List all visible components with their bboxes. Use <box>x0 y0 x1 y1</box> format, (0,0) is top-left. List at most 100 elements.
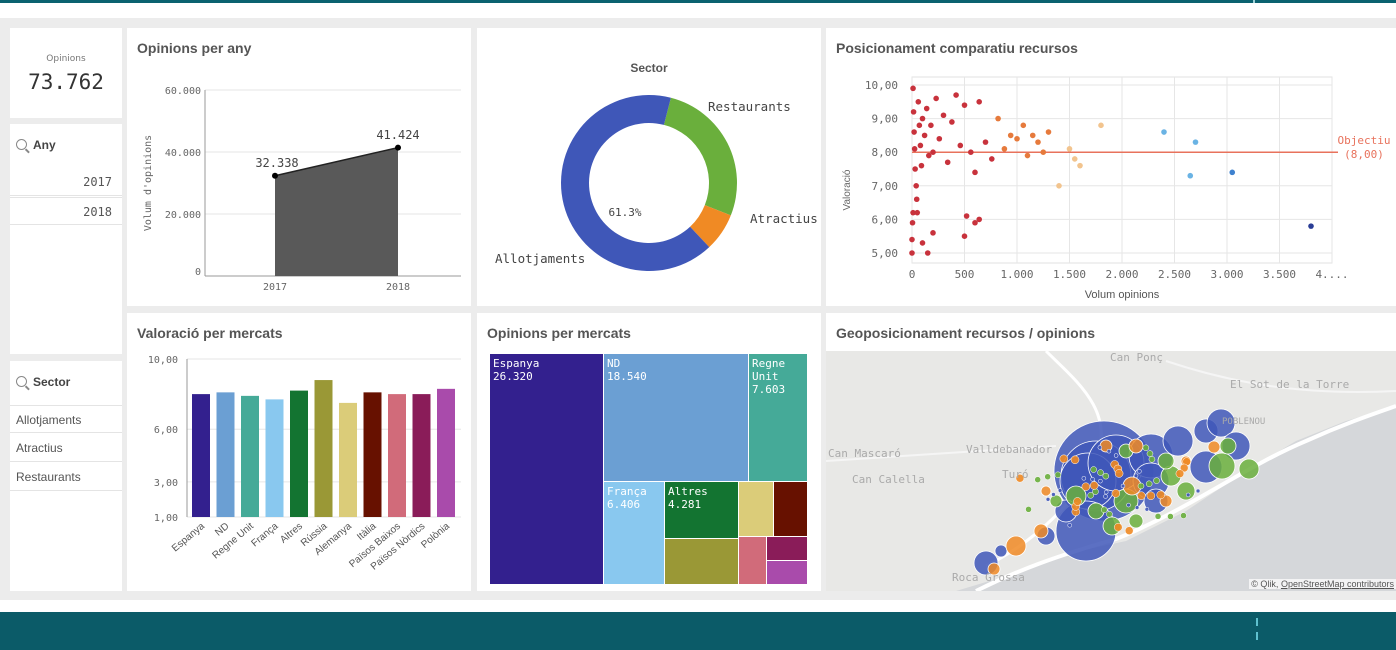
map-bubble <box>1156 490 1165 500</box>
opinions-mercats-card[interactable]: Opinions per mercats Espanya 26.320 ND 1… <box>477 313 821 591</box>
y-tick-label: 7,00 <box>872 180 899 193</box>
map-bubble <box>1137 469 1142 474</box>
data-label: 41.424 <box>376 128 419 142</box>
filter-sector-item-allotjaments[interactable]: Allotjaments <box>10 405 122 433</box>
map-bubble <box>1034 476 1041 483</box>
sector-card[interactable]: Sector 61.3% Restaurants Atractius Allot… <box>477 28 821 306</box>
treemap-cell[interactable] <box>773 481 807 536</box>
map-bubble <box>1073 497 1082 506</box>
scatter-point <box>928 122 934 129</box>
filter-any-panel[interactable]: Any 2017 2018 <box>10 124 122 354</box>
map-place-label: Can Calella <box>852 473 925 486</box>
map-bubble <box>1090 466 1097 473</box>
scatter-point <box>1229 169 1236 176</box>
scatter-point <box>936 135 943 142</box>
treemap-cell[interactable] <box>766 536 807 560</box>
treemap-cell[interactable] <box>738 481 773 536</box>
treemap-cell-regne-unit[interactable]: Regne Unit 7.603 <box>748 354 807 481</box>
filter-sector-item-restaurants[interactable]: Restaurants <box>10 463 122 491</box>
x-tick-label: 2.500 <box>1158 268 1191 281</box>
map-place-label: El Sot de la Torre <box>1230 378 1350 391</box>
treemap-cell-espanya[interactable]: Espanya 26.320 <box>490 354 603 584</box>
scatter-point <box>910 109 917 115</box>
scatter-point <box>912 166 918 172</box>
scatter-point <box>910 209 916 216</box>
map-bubble <box>1124 526 1134 535</box>
map-bubble <box>994 544 1008 558</box>
filter-any-title[interactable]: Any <box>16 138 56 152</box>
filter-sector-panel[interactable]: Sector Allotjaments Atractius Restaurant… <box>10 361 122 591</box>
scatter-point <box>944 159 951 166</box>
map-view[interactable]: Can Ponç El Sot de la Torre POBLENOU Can… <box>826 351 1396 591</box>
scatter-point <box>995 115 1001 122</box>
scatter-point <box>909 236 915 243</box>
map-place-label: Turó <box>1002 468 1029 481</box>
map-bubble <box>1128 438 1144 454</box>
map-bubble <box>1045 497 1051 502</box>
treemap-cell[interactable] <box>738 536 766 584</box>
scatter-point <box>930 149 936 155</box>
cell-label: Regne Unit <box>752 357 786 383</box>
filter-sector-title[interactable]: Sector <box>16 375 70 389</box>
map-bubble <box>1025 506 1032 513</box>
sector-title: Sector <box>630 61 668 75</box>
scatter-point <box>1020 122 1027 129</box>
search-icon <box>16 139 27 150</box>
valoracio-card[interactable]: Valoració per mercats 10,00 6,00 3,00 1,00 … <box>127 313 471 591</box>
filter-sector-item-atractius[interactable]: Atractius <box>10 434 122 462</box>
treemap-cell[interactable] <box>766 560 807 584</box>
map-place-label: Valldebanador <box>966 443 1053 456</box>
y-tick-label: 6,00 <box>872 213 899 226</box>
scatter-point <box>1029 132 1036 139</box>
filter-any-item-2017[interactable]: 2017 <box>10 168 122 196</box>
treemap-cell[interactable] <box>664 538 738 584</box>
filter-any-item-2018[interactable]: 2018 <box>10 197 122 225</box>
treemap-cell-nd[interactable]: ND 18.540 <box>603 354 748 481</box>
scatter-point <box>930 230 936 236</box>
scatter-point <box>921 132 928 139</box>
opinions-per-any-card[interactable]: Opinions per any 60.000 40.000 20.000 0 … <box>127 28 471 306</box>
posicionament-card[interactable]: Posicionament comparatiu recursos 10,00 9… <box>826 28 1396 306</box>
filter-sector-label: Sector <box>33 375 71 389</box>
map-bubble <box>1137 482 1145 490</box>
map-bubble <box>1114 469 1124 478</box>
map-bubble <box>1153 477 1160 484</box>
x-tick-label: 500 <box>955 268 975 281</box>
scatter-point <box>961 102 968 108</box>
map-bubble <box>1167 513 1174 520</box>
scatter-point <box>1066 146 1073 152</box>
bar <box>241 395 259 517</box>
geo-title: Geoposicionament recursos / opinions <box>836 325 1096 341</box>
map-bubble <box>1157 452 1175 470</box>
bottom-bar-marker <box>1256 632 1258 640</box>
scatter-point <box>1161 129 1167 135</box>
x-tick-label: 3.500 <box>1263 268 1296 281</box>
map-bubble <box>1081 476 1087 481</box>
x-tick-label: 1.500 <box>1053 268 1086 281</box>
scatter-point <box>911 146 918 152</box>
treemap-cell-altres[interactable]: Altres 4.281 <box>664 481 738 538</box>
scatter-point <box>909 219 916 226</box>
x-tick-label: 3.000 <box>1210 268 1243 281</box>
scatter-point <box>976 216 982 223</box>
map-bubble <box>1128 513 1144 529</box>
scatter-point <box>1077 162 1083 169</box>
scatter-point <box>916 122 923 129</box>
map-bubble <box>1146 491 1156 501</box>
x-tick-label: 2017 <box>263 282 287 293</box>
scatter-point <box>915 99 922 105</box>
y-tick-label: 0 <box>195 267 201 278</box>
scatter-point <box>1045 129 1052 135</box>
cell-label: França <box>607 485 647 498</box>
treemap-cell-franca[interactable]: França 6.406 <box>603 481 664 584</box>
kpi-opinions[interactable]: Opinions 73.762 <box>10 28 122 118</box>
scatter-point <box>1308 223 1314 229</box>
map-bubble <box>1097 469 1104 476</box>
attribution-link[interactable]: OpenStreetMap contributors <box>1281 579 1394 589</box>
bar <box>437 388 455 517</box>
scatter-point <box>1056 183 1062 189</box>
map-bubble <box>1106 448 1112 454</box>
top-bar <box>0 0 1396 3</box>
scatter-point <box>961 233 968 239</box>
valoracio-chart: 10,006,003,001,00 Espanya NDRegne UnitFra… <box>148 355 461 573</box>
